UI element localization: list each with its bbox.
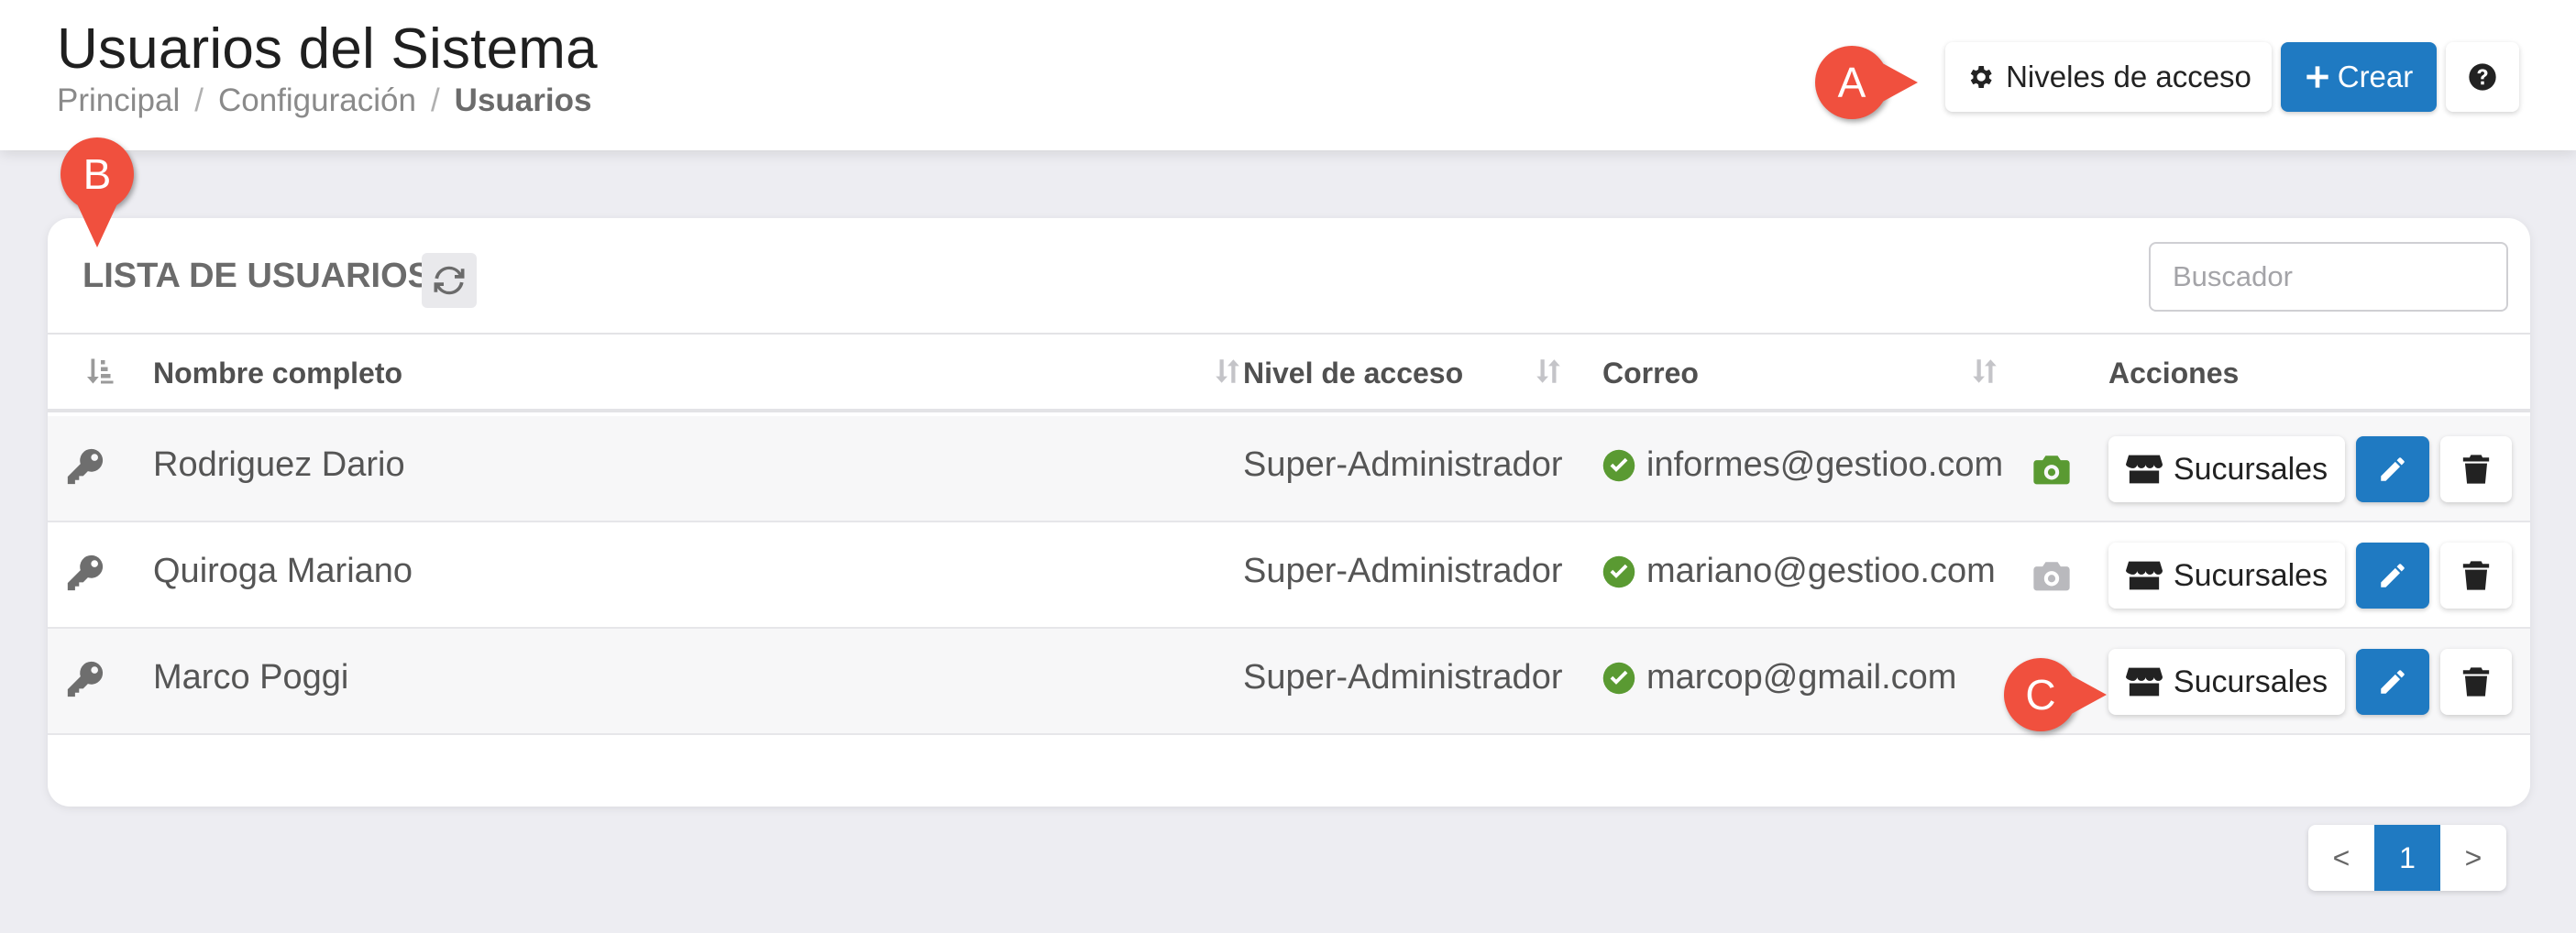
user-email: marcop@gmail.com xyxy=(1602,658,1956,697)
store-icon xyxy=(2125,667,2163,697)
page-header: Usuarios del Sistema Principal / Configu… xyxy=(0,0,2576,150)
branches-button[interactable]: Sucursales xyxy=(2108,649,2345,715)
branches-label: Sucursales xyxy=(2173,451,2328,487)
callout-marker-b: B xyxy=(61,137,134,247)
edit-user-button[interactable] xyxy=(2356,543,2429,609)
page-title: Usuarios del Sistema xyxy=(57,17,598,81)
create-label: Crear xyxy=(2337,60,2414,93)
table-row: Quiroga Mariano Super-Administrador mari… xyxy=(48,522,2530,629)
delete-user-button[interactable] xyxy=(2440,436,2512,502)
branches-label: Sucursales xyxy=(2173,557,2328,593)
breadcrumb-configuracion[interactable]: Configuración xyxy=(218,82,416,119)
user-email-text: informes@gestioo.com xyxy=(1646,445,2004,484)
key-icon xyxy=(67,661,104,697)
sort-arrows-icon[interactable] xyxy=(1969,355,2000,388)
breadcrumb-separator: / xyxy=(194,82,204,118)
users-list-card: LISTA DE USUARIOS Nombre completo Nivel … xyxy=(48,218,2530,807)
pencil-icon xyxy=(2381,670,2405,694)
access-levels-label: Niveles de acceso xyxy=(2006,60,2251,93)
refresh-button[interactable] xyxy=(422,253,477,308)
camera-icon[interactable] xyxy=(2033,453,2070,486)
user-name: Marco Poggi xyxy=(153,658,349,697)
plus-icon xyxy=(2306,66,2328,88)
refresh-icon xyxy=(434,266,465,295)
edit-user-button[interactable] xyxy=(2356,436,2429,502)
help-button[interactable] xyxy=(2446,42,2519,112)
user-access-level: Super-Administrador xyxy=(1243,658,1563,697)
pencil-icon xyxy=(2381,564,2405,587)
user-name: Rodriguez Dario xyxy=(153,445,405,484)
branches-button[interactable]: Sucursales xyxy=(2108,436,2345,502)
branches-button[interactable]: Sucursales xyxy=(2108,543,2345,609)
verified-check-icon xyxy=(1602,449,1635,481)
column-header-actions: Acciones xyxy=(2108,357,2240,390)
table-header: Nombre completo Nivel de acceso Correo A… xyxy=(48,335,2530,412)
create-user-button[interactable]: Crear xyxy=(2281,42,2437,112)
card-title: LISTA DE USUARIOS xyxy=(83,257,432,295)
user-access-level: Super-Administrador xyxy=(1243,445,1563,484)
delete-user-button[interactable] xyxy=(2440,649,2512,715)
pencil-icon xyxy=(2381,457,2405,481)
user-name: Quiroga Mariano xyxy=(153,552,413,590)
sort-arrows-icon[interactable] xyxy=(1212,355,1243,388)
pagination: < 1 > xyxy=(2308,825,2506,891)
column-header-email[interactable]: Correo xyxy=(1602,357,1699,390)
pagination-prev[interactable]: < xyxy=(2308,825,2374,891)
sort-order-icon[interactable] xyxy=(84,355,117,388)
breadcrumb-separator: / xyxy=(430,82,440,118)
breadcrumb: Principal / Configuración / Usuarios xyxy=(57,82,591,119)
callout-marker-a: A xyxy=(1815,46,1918,119)
user-email-text: marcop@gmail.com xyxy=(1646,658,1957,697)
table-row: Rodriguez Dario Super-Administrador info… xyxy=(48,416,2530,522)
key-icon xyxy=(67,554,104,591)
user-email: informes@gestioo.com xyxy=(1602,445,2003,485)
delete-user-button[interactable] xyxy=(2440,543,2512,609)
question-circle-icon xyxy=(2469,63,2496,91)
breadcrumb-usuarios: Usuarios xyxy=(454,82,592,118)
key-icon xyxy=(67,448,104,485)
pagination-next[interactable]: > xyxy=(2440,825,2506,891)
sort-arrows-icon[interactable] xyxy=(1533,355,1564,388)
verified-check-icon xyxy=(1602,662,1635,694)
user-email-text: mariano@gestioo.com xyxy=(1646,552,1996,590)
trash-icon xyxy=(2462,561,2490,590)
branches-label: Sucursales xyxy=(2173,664,2328,699)
camera-icon[interactable] xyxy=(2033,559,2070,592)
trash-icon xyxy=(2462,667,2490,697)
breadcrumb-principal[interactable]: Principal xyxy=(57,82,180,119)
access-levels-button[interactable]: Niveles de acceso xyxy=(1945,42,2272,112)
store-icon xyxy=(2125,455,2163,484)
user-email: mariano@gestioo.com xyxy=(1602,552,1996,591)
search-input[interactable] xyxy=(2149,242,2508,312)
callout-marker-c: C xyxy=(2004,658,2107,731)
table-row: Marco Poggi Super-Administrador marcop@g… xyxy=(48,629,2530,735)
edit-user-button[interactable] xyxy=(2356,649,2429,715)
store-icon xyxy=(2125,561,2163,590)
verified-check-icon xyxy=(1602,555,1635,587)
column-header-name[interactable]: Nombre completo xyxy=(153,357,402,390)
pagination-page-current[interactable]: 1 xyxy=(2374,825,2440,891)
gear-icon xyxy=(1970,66,1992,88)
trash-icon xyxy=(2462,455,2490,484)
user-access-level: Super-Administrador xyxy=(1243,552,1563,590)
column-header-level[interactable]: Nivel de acceso xyxy=(1243,357,1463,390)
